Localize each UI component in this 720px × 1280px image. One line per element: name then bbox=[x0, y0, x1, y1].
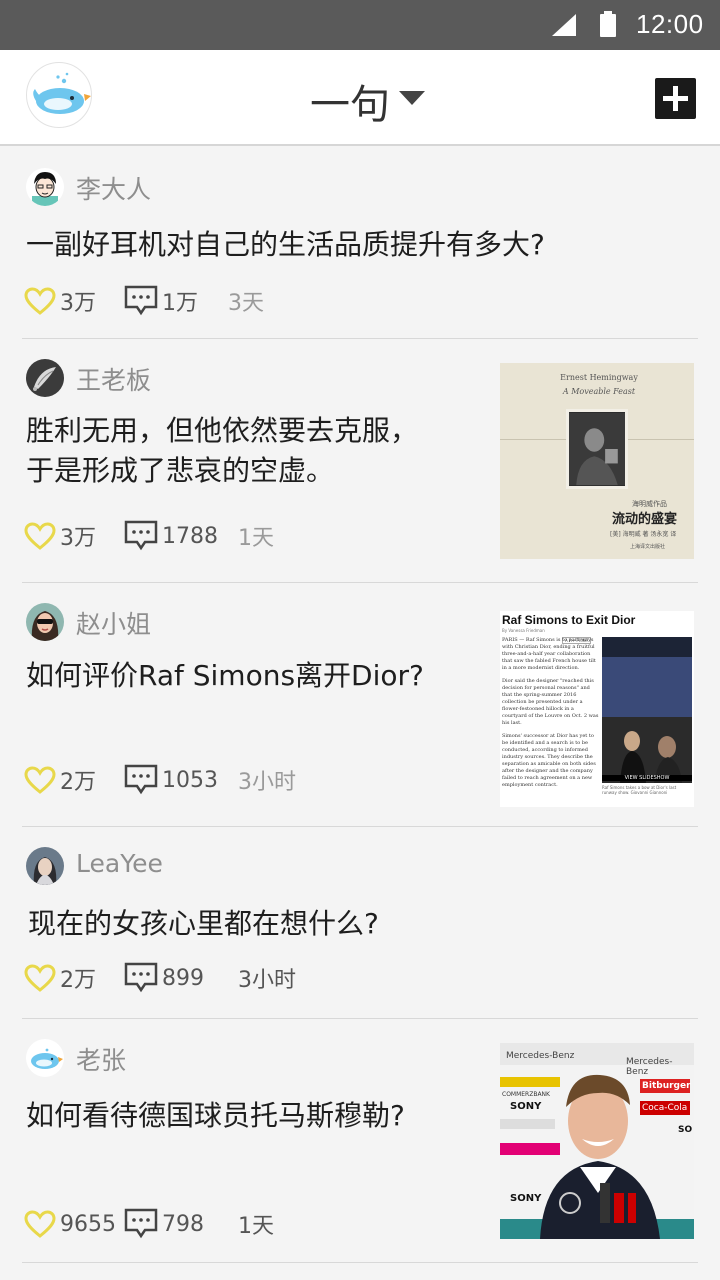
app-title[interactable]: 一句 bbox=[310, 72, 390, 130]
post-time: 3小时 bbox=[238, 968, 296, 993]
comment-icon bbox=[124, 764, 158, 795]
comment-stat[interactable]: 1788 bbox=[124, 519, 218, 553]
heart-icon bbox=[24, 287, 56, 315]
battery-icon bbox=[600, 11, 616, 37]
question-title[interactable]: 胜利无用，但他依然要去克服， 于是形成了悲哀的空虚。 bbox=[26, 411, 418, 491]
comment-stat[interactable]: 1万 bbox=[124, 284, 198, 318]
comment-count: 1788 bbox=[162, 523, 218, 549]
book-byline: [美] 海明威 著 汤永宽 译 bbox=[610, 531, 677, 538]
app-bar: 一句 bbox=[0, 50, 720, 146]
feed-card[interactable]: 王老板 胜利无用，但他依然要去克服， 于是形成了悲哀的空虚。 3万 1788 1… bbox=[22, 339, 698, 583]
question-title[interactable]: 一副好耳机对自己的生活品质提升有多大? bbox=[26, 224, 545, 266]
like-stat[interactable]: 2万 bbox=[24, 961, 96, 995]
like-count: 9655 bbox=[60, 1211, 116, 1237]
like-stat[interactable]: 2万 bbox=[24, 763, 96, 797]
feed-card[interactable]: 李大人 一副好耳机对自己的生活品质提升有多大? 3万 1万 3天 bbox=[22, 148, 698, 339]
comment-count: 1万 bbox=[162, 291, 198, 316]
avatar[interactable] bbox=[26, 168, 64, 206]
status-bar: 12:00 bbox=[0, 0, 720, 50]
chevron-down-icon[interactable] bbox=[399, 91, 425, 107]
like-stat[interactable]: 9655 bbox=[24, 1207, 116, 1241]
question-title[interactable]: 如何看待德国球员托马斯穆勒? bbox=[26, 1095, 405, 1137]
comment-count: 899 bbox=[162, 965, 204, 991]
book-title-en: A Moveable Feast bbox=[562, 387, 636, 396]
add-button[interactable] bbox=[655, 78, 696, 119]
like-count: 2万 bbox=[60, 770, 96, 795]
signal-icon bbox=[552, 14, 576, 36]
post-time: 3小时 bbox=[238, 770, 296, 795]
heart-icon bbox=[24, 522, 56, 550]
author-name[interactable]: 王老板 bbox=[76, 361, 151, 397]
author-name[interactable]: LeaYee bbox=[76, 849, 163, 878]
comment-icon bbox=[124, 285, 158, 316]
article-paragraph: PARIS — Raf Simons is to part ways with … bbox=[502, 637, 596, 671]
book-author-en: Ernest Hemingway bbox=[560, 373, 638, 382]
article-paragraph: Dior said the designer "reached this dec… bbox=[502, 678, 599, 726]
avatar[interactable] bbox=[26, 847, 64, 885]
heart-icon bbox=[24, 1210, 56, 1238]
author-name[interactable]: 李大人 bbox=[76, 170, 151, 206]
post-time: 1天 bbox=[238, 1214, 274, 1239]
question-title[interactable]: 现在的女孩心里都在想什么? bbox=[28, 903, 379, 945]
like-stat[interactable]: 3万 bbox=[24, 519, 96, 553]
status-time: 12:00 bbox=[636, 9, 704, 39]
article-headline: Raf Simons to Exit Dior bbox=[502, 613, 636, 627]
runway-photo: VIEW SLIDESHOW bbox=[602, 637, 692, 783]
photo-caption: Raf Simons takes a bow at Dior's last ru… bbox=[602, 785, 677, 795]
whale-logo-icon[interactable] bbox=[26, 62, 92, 128]
comment-count: 798 bbox=[162, 1211, 204, 1237]
question-line: 于是形成了悲哀的空虚。 bbox=[26, 454, 335, 487]
plus-icon bbox=[663, 86, 688, 111]
question-title[interactable]: 如何评价Raf Simons离开Dior? bbox=[26, 655, 424, 697]
comment-stat[interactable]: 899 bbox=[124, 961, 204, 995]
question-feed: 李大人 一副好耳机对自己的生活品质提升有多大? 3万 1万 3天 王老板 胜利无… bbox=[0, 148, 720, 1263]
player-figure bbox=[540, 1074, 660, 1239]
post-time: 3天 bbox=[228, 291, 264, 316]
press-conference-photo[interactable]: Mercedes-Benz Mercedes-Benz COMMERZBANK … bbox=[500, 1043, 694, 1239]
article-thumbnail[interactable]: Raf Simons to Exit Dior By Vanessa Fried… bbox=[500, 611, 694, 807]
like-count: 2万 bbox=[60, 968, 96, 993]
comment-count: 1053 bbox=[162, 767, 218, 793]
feed-card[interactable]: 赵小姐 如何评价Raf Simons离开Dior? 2万 1053 3小时 Ra… bbox=[22, 583, 698, 827]
author-name[interactable]: 老张 bbox=[76, 1041, 126, 1077]
question-line: 胜利无用，但他依然要去克服， bbox=[26, 414, 419, 447]
book-title-cn: 流动的盛宴 bbox=[612, 512, 678, 527]
comment-icon bbox=[124, 520, 158, 551]
article-paragraph: Simons' successor at Dior has yet to be … bbox=[502, 733, 596, 788]
view-slideshow-button[interactable]: VIEW SLIDESHOW bbox=[602, 775, 692, 781]
comment-icon bbox=[124, 1208, 158, 1239]
avatar[interactable] bbox=[26, 603, 64, 641]
comment-stat[interactable]: 798 bbox=[124, 1207, 204, 1241]
heart-icon bbox=[24, 964, 56, 992]
comment-icon bbox=[124, 962, 158, 993]
book-cover-thumbnail[interactable]: Ernest Hemingway A Moveable Feast 海明威作品 … bbox=[500, 363, 694, 559]
avatar[interactable] bbox=[26, 359, 64, 397]
like-count: 3万 bbox=[60, 291, 96, 316]
feed-card[interactable]: 老张 如何看待德国球员托马斯穆勒? 9655 798 1天 Mercedes-B… bbox=[22, 1019, 698, 1263]
comment-stat[interactable]: 1053 bbox=[124, 763, 218, 797]
feed-card[interactable]: LeaYee 现在的女孩心里都在想什么? 2万 899 3小时 bbox=[22, 827, 698, 1019]
article-body: PARIS — Raf Simons is to part ways with … bbox=[502, 637, 600, 789]
like-count: 3万 bbox=[60, 526, 96, 551]
post-time: 1天 bbox=[238, 526, 274, 551]
article-byline: By Vanessa Friedman bbox=[502, 628, 545, 633]
like-stat[interactable]: 3万 bbox=[24, 284, 96, 318]
book-publisher: 上海译文出版社 bbox=[630, 544, 666, 550]
heart-icon bbox=[24, 766, 56, 794]
author-name[interactable]: 赵小姐 bbox=[76, 605, 151, 641]
author-photo bbox=[566, 409, 628, 489]
avatar[interactable] bbox=[26, 1039, 64, 1077]
